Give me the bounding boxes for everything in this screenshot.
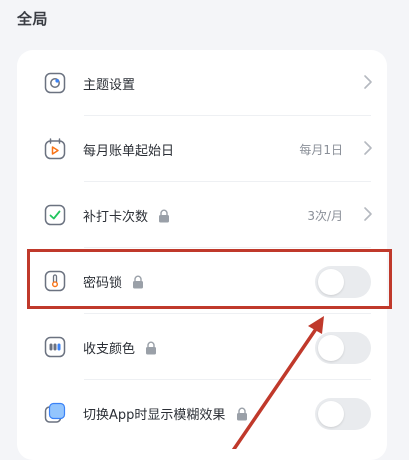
chevron-right-icon <box>363 140 373 156</box>
income-expense-color-toggle[interactable] <box>315 332 371 364</box>
chevron-right-icon <box>363 206 373 222</box>
settings-row-app-switch-blur[interactable]: 切换App时显示模糊效果 <box>17 380 387 446</box>
toggle-knob <box>318 335 344 361</box>
settings-row-billing-start-day[interactable]: 每月账单起始日 每月1日 <box>17 116 387 182</box>
theme-palette-icon <box>44 72 66 94</box>
lock-icon <box>158 209 170 223</box>
chevron-right-icon <box>363 74 373 90</box>
settings-row-label: 收支颜色 <box>83 342 136 357</box>
section-title: 全局 <box>17 10 49 28</box>
annotation-highlight-box <box>27 249 392 309</box>
settings-row-income-expense-color[interactable]: 收支颜色 <box>17 314 387 380</box>
calendar-icon <box>44 138 66 160</box>
checkmark-icon <box>44 204 66 226</box>
settings-row-label-wrap: 补打卡次数 <box>83 206 170 225</box>
color-dots-icon <box>44 336 66 358</box>
settings-row-label: 补打卡次数 <box>83 210 149 225</box>
settings-row-value: 3次/月 <box>307 209 343 223</box>
settings-row-label: 切换App时显示模糊效果 <box>83 408 226 423</box>
settings-row-value: 每月1日 <box>299 143 343 157</box>
blur-square-icon <box>44 402 66 424</box>
settings-row-label: 每月账单起始日 <box>83 144 175 159</box>
lock-icon <box>145 341 157 355</box>
settings-row-makeup-checkin[interactable]: 补打卡次数 3次/月 <box>17 182 387 248</box>
settings-row-label-wrap: 切换App时显示模糊效果 <box>83 404 248 423</box>
lock-icon <box>236 407 248 421</box>
toggle-knob <box>318 401 344 427</box>
settings-row-label-wrap: 收支颜色 <box>83 338 157 357</box>
settings-row-theme[interactable]: 主题设置 <box>17 50 387 116</box>
app-switch-blur-toggle[interactable] <box>315 398 371 430</box>
settings-row-label: 主题设置 <box>83 78 136 93</box>
